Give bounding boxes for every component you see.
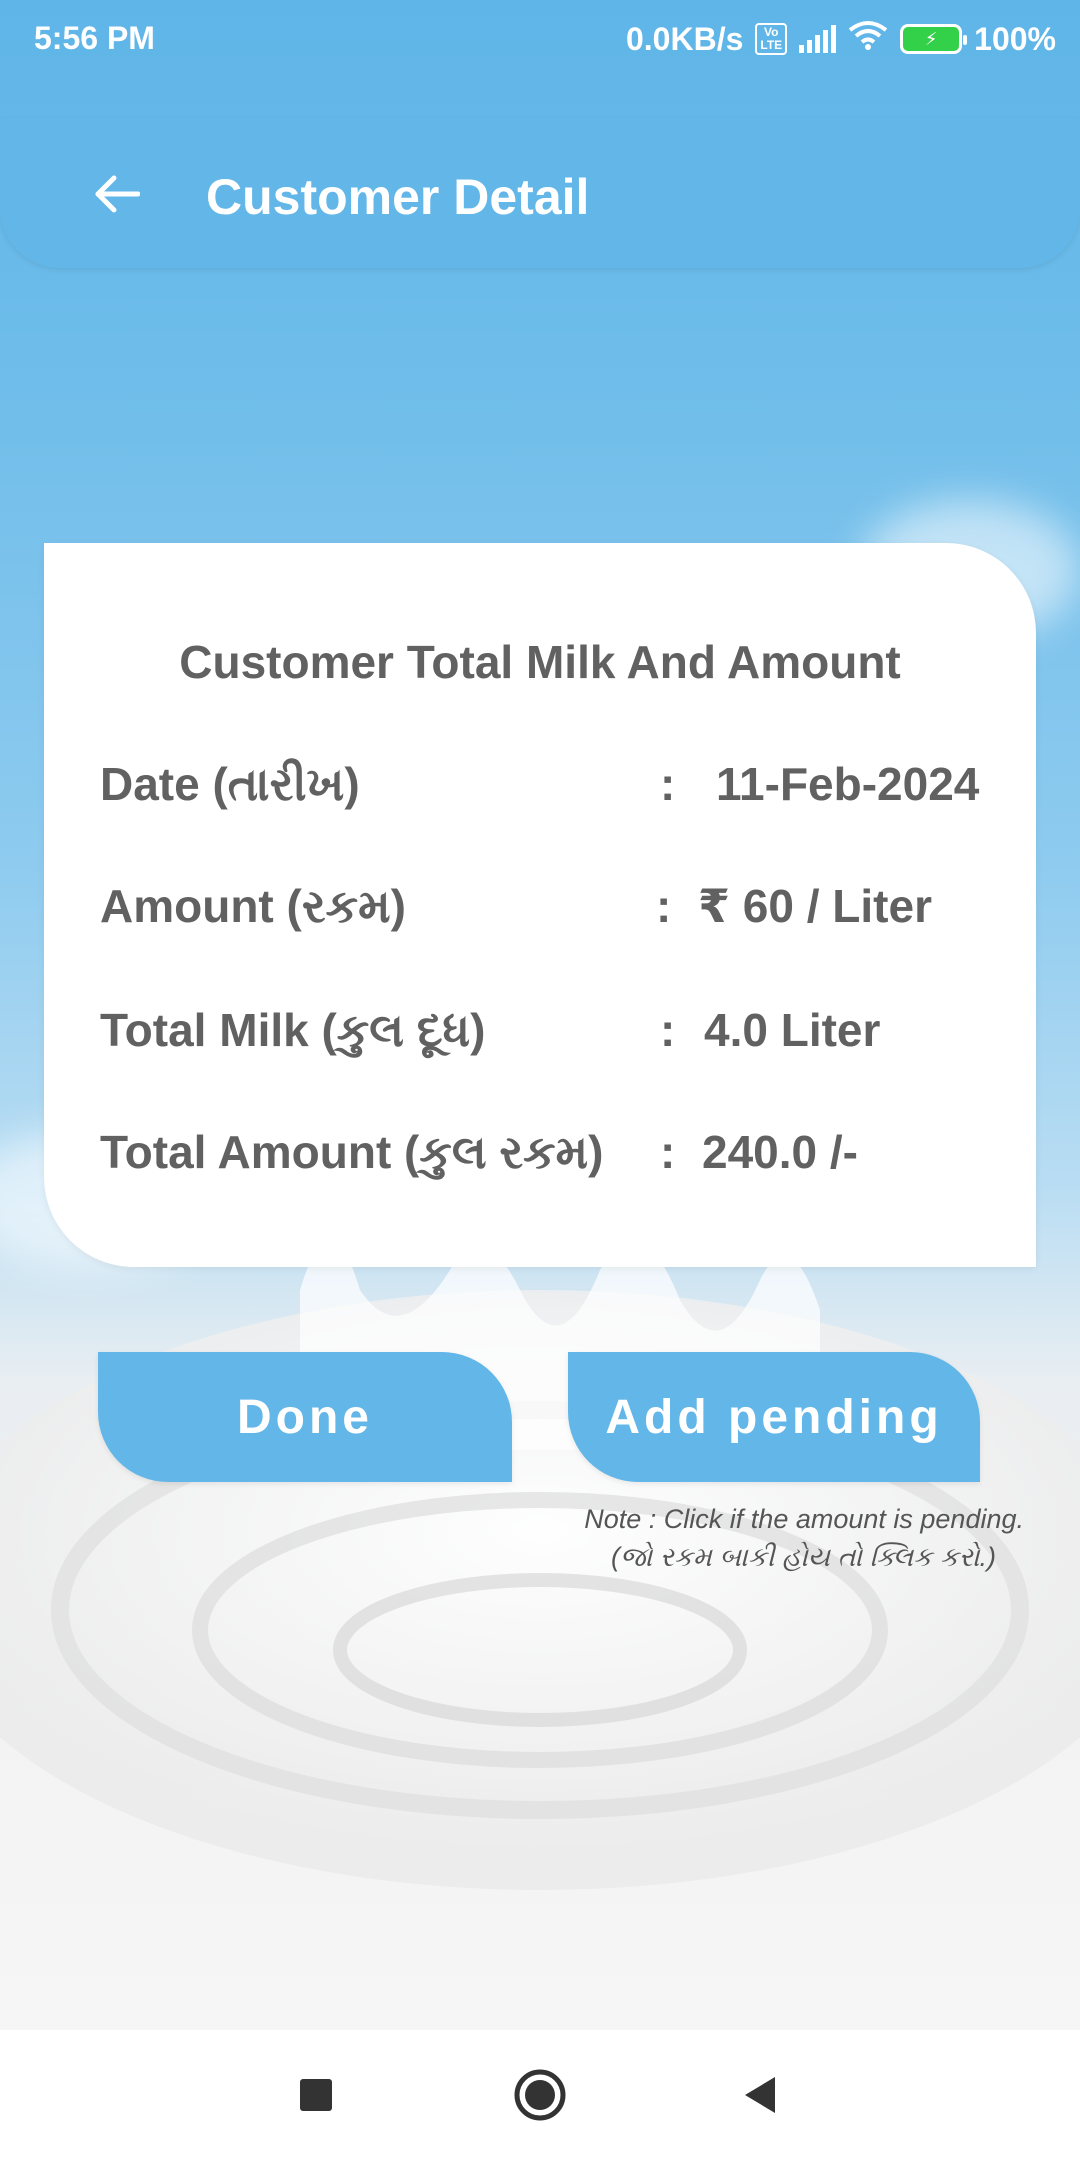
recents-button[interactable] [266, 2045, 366, 2145]
pending-note: Note : Click if the amount is pending. (… [504, 1500, 1024, 1576]
card-title: Customer Total Milk And Amount [179, 636, 901, 688]
battery-level: 100% [974, 20, 1056, 57]
total-milk-value: 4.0 Liter [704, 1004, 881, 1056]
total-milk-colon: : [660, 1004, 676, 1056]
home-button[interactable] [490, 2045, 590, 2145]
date-colon: : [660, 758, 676, 810]
date-value: 11-Feb-2024 [716, 758, 980, 810]
date-label: Date (તારીખ) [100, 758, 360, 810]
amount-colon: : [656, 880, 672, 932]
app-bar: Customer Detail [0, 118, 1080, 268]
signal-icon [799, 25, 837, 53]
circle-icon [514, 2069, 566, 2121]
total-amount-colon: : [660, 1126, 676, 1178]
battery-icon: ⚡ [900, 24, 968, 54]
triangle-back-icon [745, 2077, 775, 2113]
customer-summary-card: Customer Total Milk And Amount Date (તાર… [44, 543, 1036, 1267]
total-milk-label: Total Milk (કુલ દૂધ) [100, 1004, 486, 1056]
total-milk-row: Total Milk (કુલ દૂધ) : 4.0 Liter [100, 1003, 1000, 1063]
total-amount-row: Total Amount (કુલ રકમ) : 240.0 /- [100, 1125, 1000, 1185]
done-button[interactable]: Done [98, 1352, 512, 1482]
total-amount-label: Total Amount (કુલ રકમ) [100, 1126, 604, 1178]
square-icon [300, 2079, 332, 2111]
back-button[interactable] [84, 162, 148, 226]
amount-row: Amount (રકમ) : ₹ 60 / Liter [100, 879, 1000, 939]
system-nav-bar [0, 2030, 1080, 2160]
milk-splash-background [0, 1230, 1080, 2030]
note-line-2: (જો રકમ બાકી હોય તો ક્લિક કરો.) [610, 1542, 996, 1572]
status-bar: 5:56 PM 0.0KB/s Vo LTE ⚡ 100% [0, 0, 1080, 78]
page-title: Customer Detail [206, 169, 590, 225]
wifi-icon [848, 20, 888, 58]
total-amount-value: 240.0 /- [702, 1126, 858, 1178]
amount-label: Amount (રકમ) [100, 880, 406, 932]
amount-value: ₹ 60 / Liter [698, 880, 932, 932]
add-pending-button[interactable]: Add pending [568, 1352, 980, 1482]
arrow-left-icon [95, 175, 140, 213]
note-line-1: Note : Click if the amount is pending. [584, 1504, 1024, 1534]
date-row: Date (તારીખ) : 11-Feb-2024 [100, 757, 1000, 817]
volte-icon: Vo LTE [755, 23, 788, 55]
network-speed: 0.0KB/s [625, 20, 744, 57]
status-time: 5:56 PM [34, 20, 155, 56]
status-icons: 0.0KB/s Vo LTE ⚡ 100% [626, 20, 1056, 58]
nav-back-button[interactable] [710, 2045, 810, 2145]
